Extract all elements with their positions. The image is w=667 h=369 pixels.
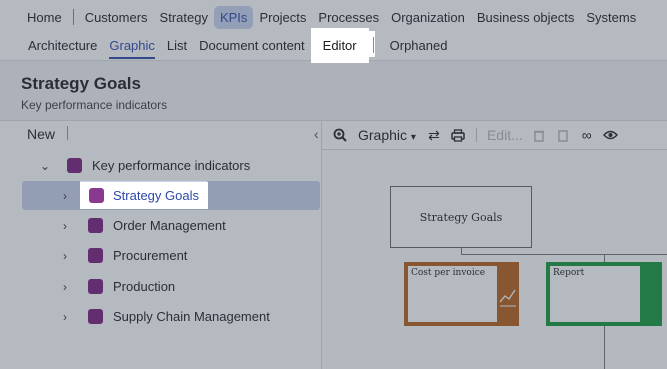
edit-button[interactable]: Edit... [483,127,527,143]
chevron-right-icon[interactable]: › [58,219,72,233]
diagram-box-label: Report [553,268,585,278]
tree-root-label: Key performance indicators [92,158,251,173]
folder-icon [88,218,103,233]
toolbar-separator [475,128,477,142]
nav-strategy[interactable]: Strategy [154,6,214,29]
canvas-toolbar: Graphic ▾ ⇄ Edit... ∞ [322,121,667,149]
connector-line [604,254,605,262]
folder-icon [89,188,104,203]
tree-item-production[interactable]: › Production [22,272,320,301]
tab-list[interactable]: List [161,34,193,57]
chevron-right-icon[interactable]: › [58,280,72,294]
caret-down-icon: ▾ [410,132,416,143]
tab-graphic[interactable]: Graphic [103,34,161,59]
toolbar-separator [67,126,68,140]
nav-projects[interactable]: Projects [253,6,312,29]
report-bar [640,262,662,326]
folder-icon [88,279,103,294]
main-nav: Home Customers Strategy KPIs Projects Pr… [0,0,667,34]
copy-icon[interactable] [551,124,575,146]
nav-organization[interactable]: Organization [385,6,471,29]
page-title: Strategy Goals [21,74,141,93]
page-subtitle: Key performance indicators [21,98,168,112]
diagram-box-report[interactable]: Report [546,262,662,326]
eye-icon[interactable] [599,124,623,146]
tree-item-label: Production [113,279,176,294]
tree-root-row[interactable]: ⌄ Key performance indicators [22,151,320,180]
nav-kpis[interactable]: KPIs [213,5,254,29]
nav-home[interactable]: Home [21,6,68,29]
view-dropdown-label: Graphic [358,127,408,143]
tab-editor[interactable]: Editor [310,27,369,63]
diagram-box-cost-per-invoice[interactable]: Cost per invoice [404,262,519,326]
folder-icon [67,158,82,173]
diagram-box-label: Cost per invoice [411,268,486,278]
zoom-icon[interactable] [328,124,352,146]
folder-icon [88,248,103,263]
connector-line [461,254,667,255]
tree-item-order-management[interactable]: › Order Management [22,211,320,240]
chevron-down-icon[interactable]: ⌄ [38,159,52,173]
folder-icon [88,309,103,324]
nav-separator [72,9,74,25]
tab-architecture[interactable]: Architecture [22,34,103,57]
tree-item-label: Strategy Goals [113,188,199,203]
nav-separator [372,37,374,53]
tab-document-content[interactable]: Document content [193,34,311,57]
tree-item-strategy-goals[interactable]: › Strategy Goals [22,181,320,210]
diagram-box-strategy-goals[interactable]: Strategy Goals [390,186,532,248]
nav-customers[interactable]: Customers [79,6,154,29]
chevron-right-icon[interactable]: › [58,189,72,203]
connector-line [604,326,605,369]
delete-icon[interactable] [527,124,551,146]
kpi-chart-icon [497,262,519,326]
nav-systems[interactable]: Systems [580,6,642,29]
nav-business-objects[interactable]: Business objects [471,6,581,29]
tab-orphaned[interactable]: Orphaned [384,34,454,57]
new-button[interactable]: New [27,126,55,142]
collapse-panel-icon[interactable]: ‹ [314,126,319,142]
link-icon[interactable]: ∞ [575,124,599,146]
page-header: Strategy Goals Key performance indicator… [0,60,667,120]
nav-processes[interactable]: Processes [312,6,385,29]
tree-item-procurement[interactable]: › Procurement [22,241,320,270]
tree-item-label: Procurement [113,248,188,263]
selected-item-highlight: Strategy Goals [80,182,208,209]
diagram-canvas[interactable]: Strategy Goals Cost per invoice Report [322,149,667,369]
tree-item-label: Order Management [113,218,226,233]
refresh-icon[interactable]: ⇄ [422,124,446,146]
tree-item-supply-chain-management[interactable]: › Supply Chain Management [22,302,320,331]
view-dropdown[interactable]: Graphic ▾ [352,127,422,143]
sub-nav: Architecture Graphic List Document conte… [0,27,667,63]
chevron-right-icon[interactable]: › [58,249,72,263]
chevron-right-icon[interactable]: › [58,310,72,324]
tree-item-label: Supply Chain Management [113,309,270,324]
print-icon[interactable] [446,124,470,146]
diagram-box-label: Strategy Goals [419,210,503,224]
graphic-panel: Graphic ▾ ⇄ Edit... ∞ Strategy Goals Cos… [322,120,667,369]
tree-panel: New ‹ ⌄ Key performance indicators › Str… [0,120,322,369]
